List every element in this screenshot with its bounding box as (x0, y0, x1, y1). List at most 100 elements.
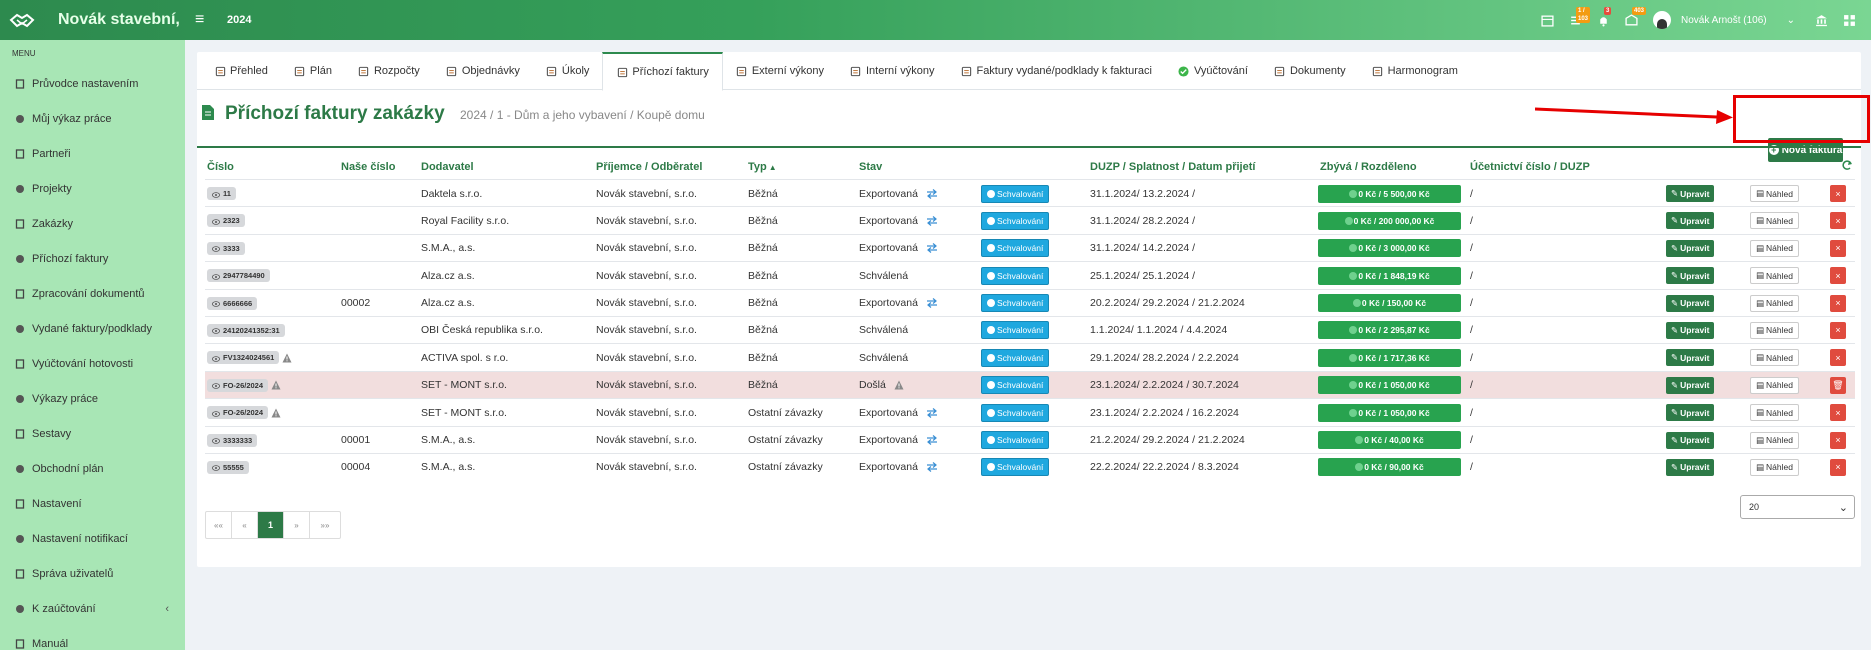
page-current-button[interactable]: 1 (258, 512, 284, 538)
sidebar-item-12[interactable]: Obchodní plán (0, 451, 185, 486)
page-last-button[interactable]: »» (310, 512, 340, 538)
col-header-nase-cislo[interactable]: Naše číslo (341, 161, 395, 173)
remaining-amount-button[interactable]: 0 Kč / 1 050,00 Kč (1318, 376, 1461, 395)
tab-1[interactable]: Přehled (201, 52, 281, 90)
preview-button[interactable]: ▤ Náhled (1750, 321, 1799, 339)
edit-button[interactable]: ✎ Upravit (1666, 294, 1715, 312)
preview-button[interactable]: ▤ Náhled (1750, 185, 1799, 202)
preview-button[interactable]: ▤ Náhled (1750, 349, 1799, 367)
tab-6[interactable]: Příchozí faktury (602, 52, 723, 91)
remaining-amount-button[interactable]: 0 Kč / 200 000,00 Kč (1318, 211, 1461, 230)
col-header-zbyva[interactable]: Zbývá / Rozděleno (1320, 161, 1417, 173)
preview-button[interactable]: ▤ Náhled (1750, 431, 1799, 449)
tab-5[interactable]: Úkoly (533, 52, 603, 90)
tasks-icon[interactable]: 1 / 103 (1561, 0, 1591, 40)
delete-button[interactable]: × (1830, 349, 1846, 367)
remaining-amount-button[interactable]: 0 Kč / 1 717,36 Kč (1318, 348, 1461, 367)
sidebar-item-8[interactable]: Vydané faktury/podklady (0, 311, 185, 346)
invoice-number-badge[interactable]: 11 (207, 187, 236, 200)
delete-button[interactable]: × (1830, 431, 1846, 449)
invoice-number-badge[interactable]: 6666666 (207, 296, 258, 310)
calendar-icon[interactable] (1533, 0, 1561, 40)
sidebar-item-4[interactable]: Projekty (0, 171, 185, 206)
invoice-number-badge[interactable]: 2947784490 (207, 269, 270, 283)
col-header-stav[interactable]: Stav (859, 161, 882, 173)
page-first-button[interactable]: «« (206, 512, 232, 538)
sidebar-item-5[interactable]: Zakázky (0, 206, 185, 241)
tab-10[interactable]: Vyúčtování (1165, 52, 1261, 90)
col-header-dodavatel[interactable]: Dodavatel (421, 161, 474, 173)
preview-button[interactable]: ▤ Náhled (1750, 376, 1799, 394)
invoice-number-badge[interactable]: 24120241352:31 (207, 323, 285, 337)
tab-4[interactable]: Objednávky (433, 52, 533, 90)
edit-button[interactable]: ✎ Upravit (1666, 376, 1715, 394)
edit-button[interactable]: ✎ Upravit (1666, 349, 1715, 367)
delete-button[interactable]: × (1830, 185, 1846, 202)
invoice-number-badge[interactable]: 3333333 (207, 433, 258, 447)
edit-button[interactable]: ✎ Upravit (1666, 431, 1715, 449)
approval-button[interactable]: Schvalování (981, 348, 1050, 367)
remaining-amount-button[interactable]: 0 Kč / 5 500,00 Kč (1318, 184, 1461, 203)
sidebar-item-9[interactable]: Vyúčtování hotovosti (0, 346, 185, 381)
tab-8[interactable]: Interní výkony (837, 52, 947, 90)
approval-button[interactable]: Schvalování (981, 239, 1050, 258)
remaining-amount-button[interactable]: 0 Kč / 2 295,87 Kč (1318, 321, 1461, 340)
brand[interactable]: Novák stavební, (0, 0, 185, 40)
preview-button[interactable]: ▤ Náhled (1750, 458, 1799, 476)
approval-button[interactable]: Schvalování (981, 211, 1050, 230)
preview-button[interactable]: ▤ Náhled (1750, 267, 1799, 285)
sidebar-item-6[interactable]: Příchozí faktury (0, 241, 185, 276)
edit-button[interactable]: ✎ Upravit (1666, 267, 1715, 285)
grid-icon[interactable] (1835, 0, 1863, 40)
edit-button[interactable]: ✎ Upravit (1666, 458, 1715, 476)
invoice-number-badge[interactable]: FV1324024561 (207, 351, 280, 365)
bank-icon[interactable] (1807, 0, 1835, 40)
refresh-icon[interactable] (1841, 159, 1853, 171)
col-header-cislo[interactable]: Číslo (207, 161, 234, 173)
sidebar-item-17[interactable]: Manuál (0, 626, 185, 650)
edit-button[interactable]: ✎ Upravit (1666, 404, 1715, 422)
approval-button[interactable]: Schvalování (981, 403, 1050, 422)
delete-button[interactable]: × (1830, 404, 1846, 422)
delete-button[interactable]: × (1830, 239, 1846, 257)
sidebar-item-2[interactable]: Můj výkaz práce (0, 101, 185, 136)
approval-button[interactable]: Schvalování (981, 431, 1050, 450)
tab-7[interactable]: Externí výkony (723, 52, 837, 90)
approval-button[interactable]: Schvalování (981, 294, 1050, 313)
sidebar-item-10[interactable]: Výkazy práce (0, 381, 185, 416)
delete-button[interactable]: × (1830, 294, 1846, 312)
remaining-amount-button[interactable]: 0 Kč / 3 000,00 Kč (1318, 239, 1461, 258)
messages-icon[interactable]: 403 (1617, 0, 1647, 40)
approval-button[interactable]: Schvalování (981, 376, 1050, 395)
page-prev-button[interactable]: « (232, 512, 258, 538)
trash-button[interactable]: 🗑 (1830, 376, 1846, 394)
preview-button[interactable]: ▤ Náhled (1750, 294, 1799, 312)
user-menu[interactable]: Novák Arnošt (106) ⌄ (1653, 11, 1795, 29)
sidebar-item-11[interactable]: Sestavy (0, 416, 185, 451)
invoice-number-badge[interactable]: 2323 (207, 214, 245, 228)
sidebar-item-16[interactable]: K zaúčtování ‹ (0, 591, 185, 626)
sidebar-item-15[interactable]: Správa uživatelů (0, 556, 185, 591)
sidebar-item-1[interactable]: Průvodce nastavením (0, 66, 185, 101)
col-header-ucetni[interactable]: Účetnictví číslo / DUZP (1470, 161, 1590, 173)
invoice-number-badge[interactable]: 55555 (207, 460, 249, 474)
preview-button[interactable]: ▤ Náhled (1750, 212, 1799, 230)
sidebar-item-13[interactable]: Nastavení (0, 486, 185, 521)
menu-toggle-icon[interactable]: ≡ (195, 11, 215, 29)
edit-button[interactable]: ✎ Upravit (1666, 321, 1715, 339)
bell-icon[interactable]: 3 (1589, 0, 1617, 40)
remaining-amount-button[interactable]: 0 Kč / 1 050,00 Kč (1318, 403, 1461, 422)
approval-button[interactable]: Schvalování (981, 266, 1050, 285)
remaining-amount-button[interactable]: 0 Kč / 90,00 Kč (1318, 458, 1461, 477)
sidebar-item-14[interactable]: Nastavení notifikací (0, 521, 185, 556)
delete-button[interactable]: × (1830, 212, 1846, 230)
remaining-amount-button[interactable]: 0 Kč / 150,00 Kč (1318, 294, 1461, 313)
edit-button[interactable]: ✎ Upravit (1666, 212, 1715, 230)
preview-button[interactable]: ▤ Náhled (1750, 239, 1799, 257)
tab-12[interactable]: Harmonogram (1359, 52, 1471, 90)
year-selector[interactable]: 2024 (227, 14, 251, 26)
sidebar-item-7[interactable]: Zpracování dokumentů (0, 276, 185, 311)
tab-9[interactable]: Faktury vydané/podklady k fakturaci (947, 52, 1164, 90)
invoice-number-badge[interactable]: 3333 (207, 241, 245, 255)
delete-button[interactable]: × (1830, 321, 1846, 339)
